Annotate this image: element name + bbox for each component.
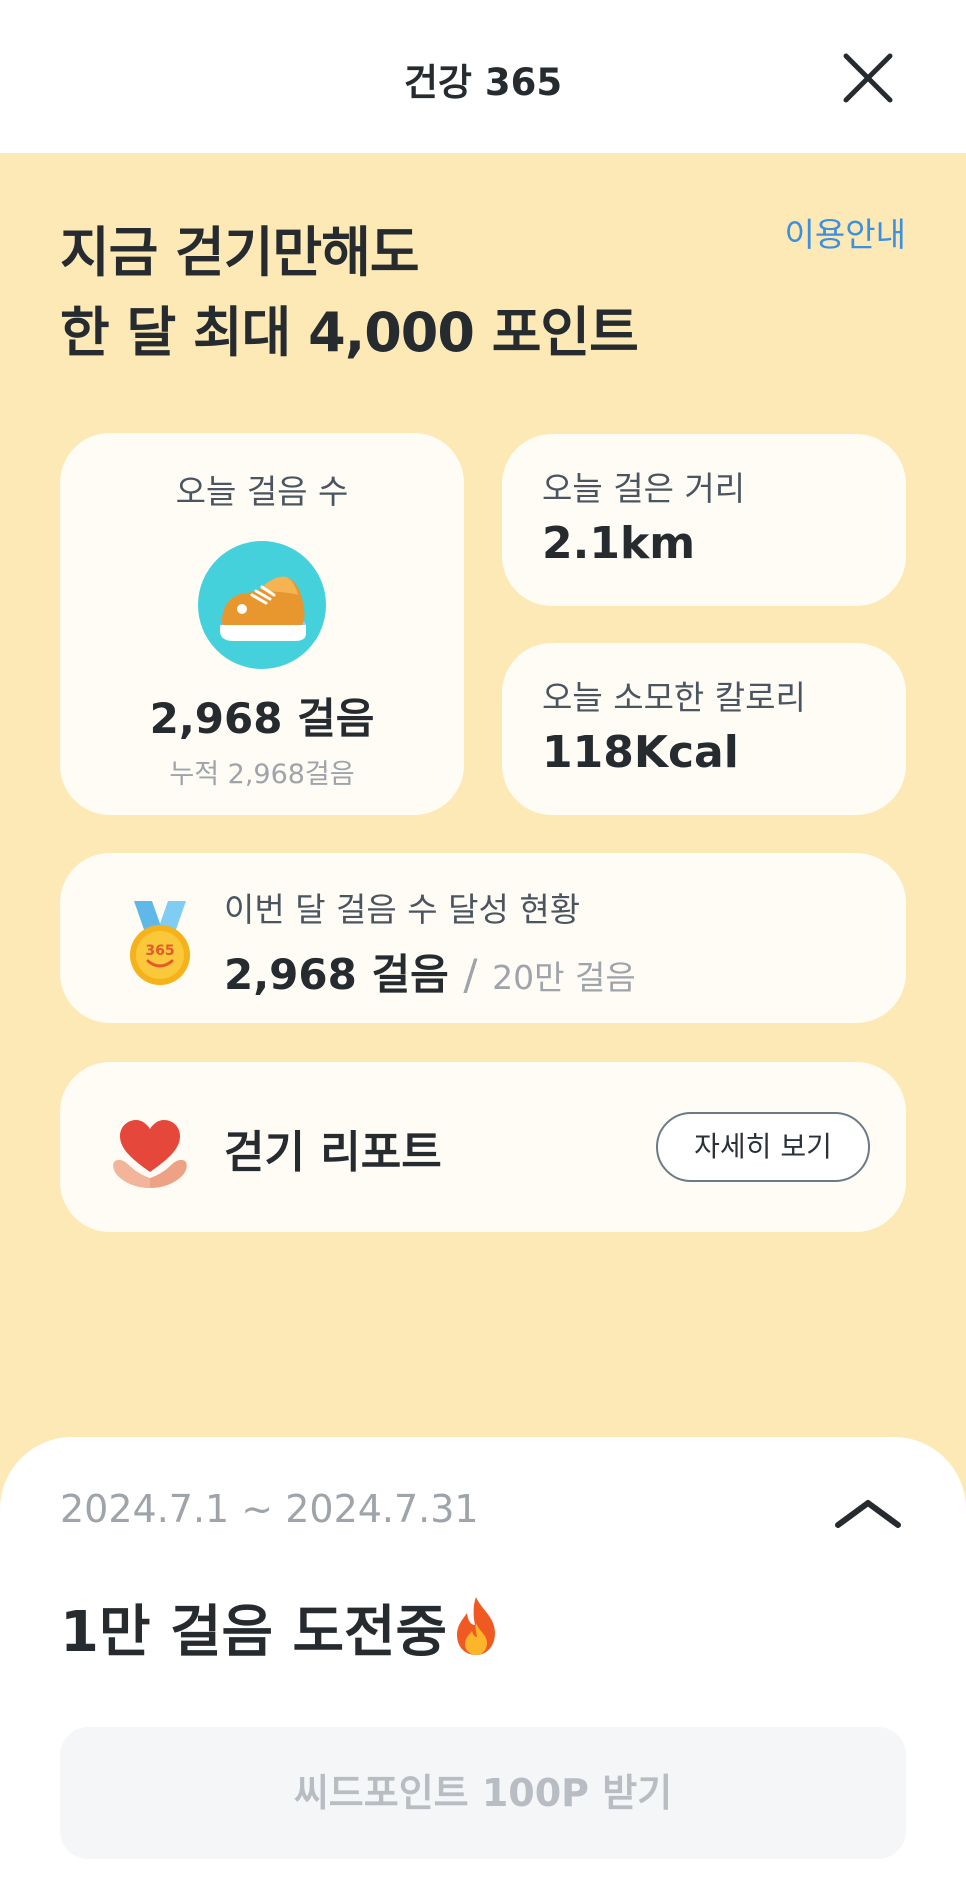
chevron-up-icon[interactable] xyxy=(830,1487,906,1537)
view-details-button[interactable]: 자세히 보기 xyxy=(656,1112,870,1182)
today-steps-card: 오늘 걸음 수 2,968 걸음 누적 2,968걸음 xyxy=(60,433,464,815)
hero-line-2: 한 달 최대 4,000 포인트 xyxy=(60,301,639,364)
monthly-current-steps: 2,968 걸음 xyxy=(224,950,449,999)
distance-label: 오늘 걸은 거리 xyxy=(542,469,746,508)
monthly-progress-value: 2,968 걸음 / 20만 걸음 xyxy=(224,941,636,1002)
monthly-progress-card: 365 이번 달 걸음 수 달성 현황 2,968 걸음 / 20만 걸음 xyxy=(60,853,906,1023)
today-calorie-card: 오늘 소모한 칼로리 118Kcal xyxy=(502,643,906,815)
walking-report-title: 걷기 리포트 xyxy=(224,1127,442,1178)
sneaker-icon xyxy=(198,541,326,669)
page-title: 건강 365 xyxy=(403,61,563,104)
walking-report-card[interactable]: 걷기 리포트 자세히 보기 xyxy=(60,1062,906,1232)
claim-points-button[interactable]: 씨드포인트 100P 받기 xyxy=(60,1727,906,1859)
calorie-label: 오늘 소모한 칼로리 xyxy=(542,678,806,717)
today-steps-label: 오늘 걸음 수 xyxy=(175,472,349,511)
monthly-separator: / xyxy=(463,950,478,999)
challenge-title: 1만 걸음 도전중 xyxy=(60,1587,501,1668)
challenge-title-text: 1만 걸음 도전중 xyxy=(60,1600,448,1665)
svg-text:365: 365 xyxy=(145,943,174,959)
challenge-bottom-sheet: 2024.7.1 ~ 2024.7.31 1만 걸음 도전중 씨드포인트 100… xyxy=(0,1437,966,1891)
monthly-progress-label: 이번 달 걸음 수 달성 현황 xyxy=(224,890,581,929)
distance-value: 2.1km xyxy=(542,518,696,569)
today-steps-value: 2,968 걸음 xyxy=(149,694,375,743)
close-icon[interactable] xyxy=(840,50,896,106)
cumulative-steps: 누적 2,968걸음 xyxy=(169,759,355,790)
top-bar: 건강 365 xyxy=(0,0,966,153)
monthly-goal-steps: 20만 걸음 xyxy=(492,958,636,997)
hero-headline: 지금 걷기만해도 한 달 최대 4,000 포인트 xyxy=(60,213,639,373)
calorie-value: 118Kcal xyxy=(542,727,739,778)
challenge-period: 2024.7.1 ~ 2024.7.31 xyxy=(60,1487,479,1531)
usage-guide-link[interactable]: 이용안내 xyxy=(785,208,906,256)
hero-line-1: 지금 걷기만해도 xyxy=(60,221,420,284)
fire-icon xyxy=(457,1597,496,1655)
heart-hands-icon xyxy=(113,1120,187,1188)
today-distance-card: 오늘 걸은 거리 2.1km xyxy=(502,434,906,606)
medal-icon: 365 xyxy=(130,901,190,985)
